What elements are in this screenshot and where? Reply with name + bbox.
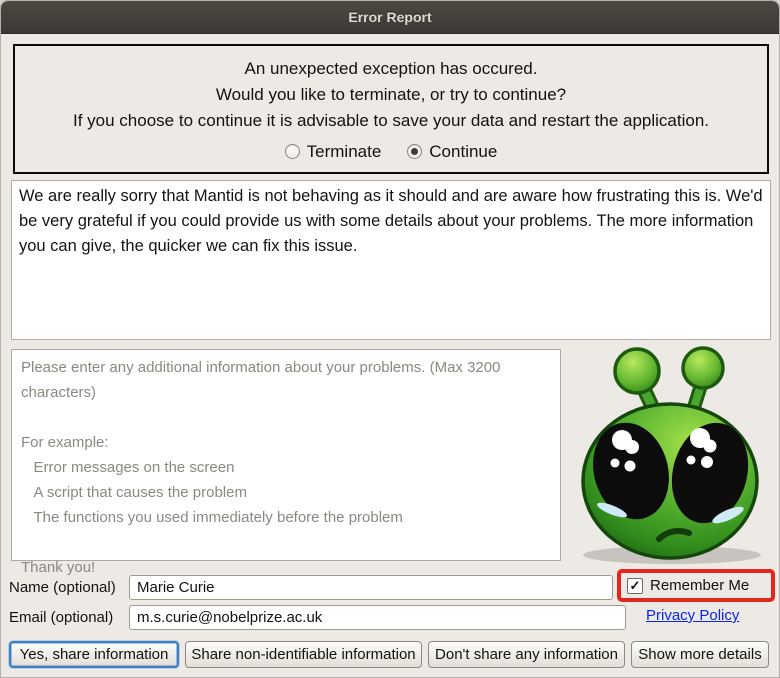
remember-me-checkbox[interactable]: ✓	[627, 577, 643, 594]
dont-share-information-button[interactable]: Don't share any information	[428, 641, 625, 668]
exception-line-2: Would you like to terminate, or try to c…	[215, 84, 567, 104]
email-field-label: Email (optional)	[9, 609, 114, 626]
radio-terminate-label: Terminate	[306, 141, 382, 161]
share-non-identifiable-button[interactable]: Share non-identifiable information	[185, 641, 422, 668]
remember-me-highlight[interactable]: ✓ Remember Me	[617, 569, 775, 602]
email-input[interactable]	[129, 605, 626, 630]
yes-share-information-button[interactable]: Yes, share information	[9, 641, 179, 668]
apology-message-text[interactable]: We are really sorry that Mantid is not b…	[11, 180, 771, 340]
remember-me-label: Remember Me	[650, 577, 750, 594]
exception-line-1: An unexpected exception has occured.	[244, 58, 538, 78]
window-titlebar[interactable]: Error Report	[1, 1, 779, 34]
checkmark-icon: ✓	[629, 578, 641, 593]
additional-info-textarea[interactable]: Please enter any additional information …	[11, 349, 561, 576]
sad-alien-mascot-image	[581, 346, 761, 564]
privacy-policy-link[interactable]: Privacy Policy	[646, 607, 739, 624]
error-report-dialog: Error Report An unexpected exception has…	[0, 0, 780, 678]
exception-line-3: If you choose to continue it is advisabl…	[73, 110, 709, 130]
show-more-details-button[interactable]: Show more details	[631, 641, 769, 668]
radio-continue-icon[interactable]	[407, 144, 423, 159]
radio-continue[interactable]: Continue	[407, 139, 497, 165]
name-input[interactable]	[129, 575, 613, 600]
mascot-antenna-left	[613, 347, 661, 395]
radio-terminate[interactable]: Terminate	[284, 139, 382, 165]
exception-message-box: An unexpected exception has occured. Wou…	[13, 44, 769, 174]
dialog-button-row: Yes, share information Share non-identif…	[9, 641, 773, 668]
window-title: Error Report	[348, 9, 432, 25]
radio-terminate-icon[interactable]	[284, 144, 300, 159]
name-field-label: Name (optional)	[9, 579, 116, 596]
terminate-continue-radio-group: Terminate Continue	[284, 139, 497, 165]
mascot-antenna-right	[681, 346, 725, 390]
radio-continue-label: Continue	[429, 141, 498, 161]
